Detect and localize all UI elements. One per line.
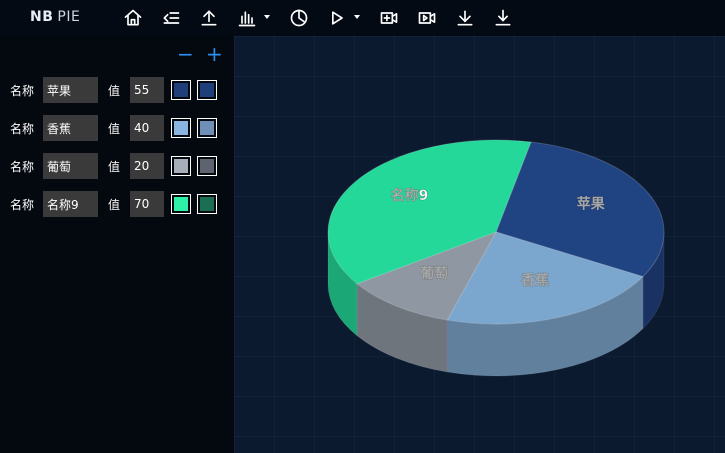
pie-slice-label: 葡萄 — [419, 265, 448, 282]
home-button[interactable] — [121, 6, 145, 30]
name-input[interactable] — [43, 191, 98, 217]
chart-canvas: 苹果香蕉 葡萄 名称9 — [234, 36, 725, 453]
bar-chart-icon — [238, 11, 256, 27]
download-button[interactable] — [453, 6, 477, 30]
download-alt-icon — [495, 9, 511, 26]
home-icon — [124, 9, 142, 26]
data-row: 名称 值 — [0, 115, 234, 141]
remove-row-button[interactable]: − — [177, 44, 194, 64]
primary-color-swatch[interactable] — [171, 156, 191, 176]
value-label: 值 — [108, 122, 121, 136]
video-icon — [418, 12, 436, 24]
download-icon — [457, 10, 473, 26]
upload-icon — [201, 10, 217, 26]
name-label: 名称 — [10, 198, 35, 212]
data-sidebar: − + 名称 值 名称 值 名称 值 名称 值 — [0, 36, 234, 453]
add-video-icon — [380, 12, 398, 24]
pie-chart-button[interactable] — [287, 6, 311, 30]
value-input[interactable] — [130, 191, 164, 217]
value-label: 值 — [108, 160, 121, 174]
secondary-color-swatch[interactable] — [197, 80, 217, 100]
value-label: 值 — [108, 84, 121, 98]
download-alt-button[interactable] — [491, 6, 515, 30]
play-dropdown-caret[interactable] — [354, 15, 360, 19]
primary-color-swatch[interactable] — [171, 80, 191, 100]
add-row-button[interactable]: + — [206, 44, 223, 64]
secondary-color-swatch[interactable] — [197, 194, 217, 214]
name-input[interactable] — [43, 153, 98, 179]
video-button[interactable] — [415, 6, 439, 30]
toolbar: NB PIE — [0, 0, 725, 36]
primary-color-swatch[interactable] — [171, 194, 191, 214]
play-button[interactable] — [325, 6, 349, 30]
value-input[interactable] — [130, 153, 164, 179]
name-input[interactable] — [43, 115, 98, 141]
value-label: 值 — [108, 198, 121, 212]
collapse-list-icon — [163, 12, 180, 24]
value-input[interactable] — [130, 115, 164, 141]
collapse-list-button[interactable] — [159, 6, 183, 30]
data-row: 名称 值 — [0, 191, 234, 217]
add-video-button[interactable] — [377, 6, 401, 30]
brand-rest: PIE — [57, 9, 81, 25]
name-label: 名称 — [10, 160, 35, 174]
name-label: 名称 — [10, 84, 35, 98]
primary-color-swatch[interactable] — [171, 118, 191, 138]
pie-slice-label: 香蕉 — [520, 272, 549, 289]
bar-chart-dropdown-caret[interactable] — [264, 15, 270, 19]
bar-chart-button[interactable] — [235, 6, 259, 30]
play-icon — [332, 11, 343, 25]
data-row: 名称 值 — [0, 77, 234, 103]
name-label: 名称 — [10, 122, 35, 136]
value-input[interactable] — [130, 77, 164, 103]
pie-chart-3d: 苹果香蕉 葡萄 名称9 — [327, 139, 665, 377]
pie-chart-icon — [290, 9, 308, 27]
data-row: 名称 值 — [0, 153, 234, 179]
name-input[interactable] — [43, 77, 98, 103]
upload-button[interactable] — [197, 6, 221, 30]
secondary-color-swatch[interactable] — [197, 118, 217, 138]
secondary-color-swatch[interactable] — [197, 156, 217, 176]
pie-slice-label: 名称9 — [391, 187, 429, 204]
brand-bold: NB — [30, 9, 54, 25]
pie-slice-label: 苹果 — [577, 195, 606, 212]
app-brand: NB PIE — [30, 9, 80, 25]
